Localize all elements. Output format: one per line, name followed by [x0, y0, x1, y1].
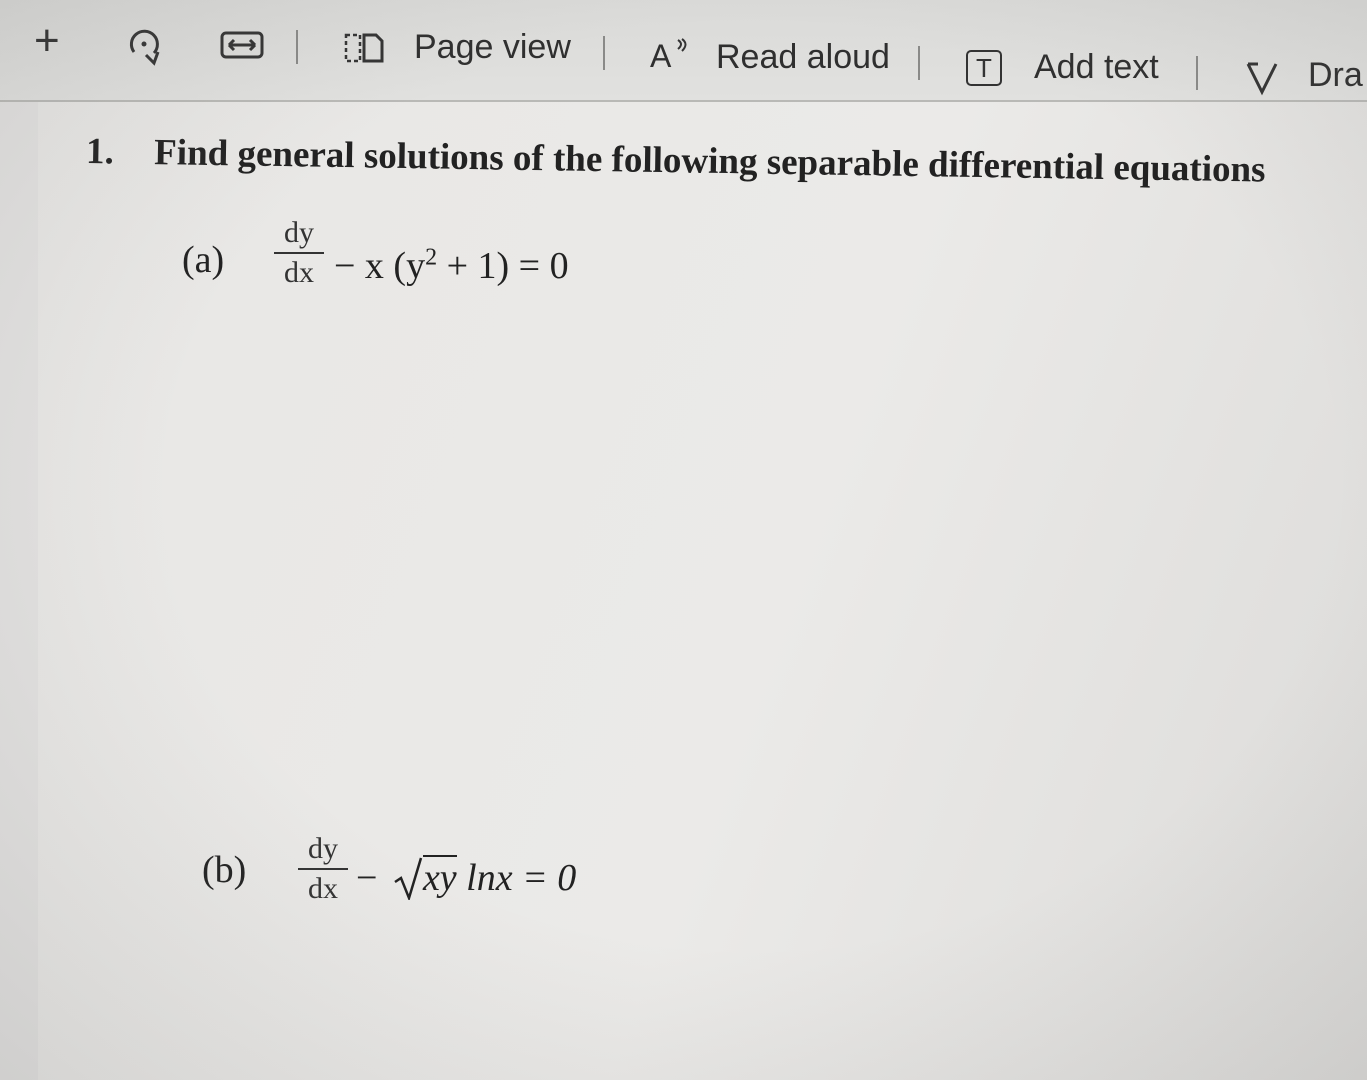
toolbar-divider — [296, 30, 298, 64]
part-a-expression-1: − x (y — [334, 245, 426, 287]
pdf-page — [38, 102, 1367, 1080]
pdf-toolbar: + Page view A Read aloud T Add text Dra — [0, 0, 1367, 102]
sound-waves-icon — [677, 38, 687, 52]
page-view-icon — [344, 33, 384, 63]
part-b-denominator: dx — [308, 872, 338, 905]
draw-button[interactable]: Dra — [1244, 54, 1367, 104]
read-aloud-label: Read aloud — [716, 38, 890, 76]
page-view-label: Page view — [414, 28, 571, 66]
part-a-equation: − x (y2 + 1) = 0 — [334, 244, 569, 288]
add-text-icon: T — [966, 50, 1002, 86]
toolbar-divider — [918, 46, 920, 80]
add-text-button[interactable]: T Add text — [966, 44, 1166, 94]
part-a-exponent: 2 — [425, 244, 438, 271]
part-b-equation: − xy lnx = 0 — [356, 855, 577, 902]
toolbar-divider — [1196, 56, 1198, 90]
part-b-expression: lnx = 0 — [456, 857, 577, 899]
toolbar-divider — [603, 36, 605, 70]
part-a-fraction: dy dx — [274, 214, 324, 292]
part-b-radicand: xy — [422, 855, 457, 899]
part-b-minus: − — [356, 857, 378, 899]
draw-pen-icon — [1246, 62, 1278, 96]
add-text-label: Add text — [1034, 48, 1159, 86]
part-b-fraction: dy dx — [298, 830, 348, 908]
square-root-icon — [394, 857, 423, 902]
part-a-expression-2: + 1) = 0 — [437, 245, 569, 287]
plus-icon[interactable]: + — [34, 16, 60, 66]
part-a-denominator: dx — [284, 256, 314, 289]
draw-label: Dra — [1308, 56, 1363, 94]
part-a-label: (a) — [182, 239, 225, 281]
part-b-numerator: dy — [298, 830, 348, 870]
page-view-button[interactable]: Page view — [344, 26, 571, 76]
question-number: 1. — [85, 131, 115, 173]
rotate-icon[interactable] — [124, 26, 166, 66]
part-b-label: (b) — [202, 849, 247, 891]
fit-width-icon[interactable] — [220, 30, 264, 60]
read-aloud-button[interactable]: A Read aloud — [650, 34, 890, 84]
read-aloud-icon: A — [650, 38, 672, 74]
part-a-numerator: dy — [274, 214, 324, 254]
